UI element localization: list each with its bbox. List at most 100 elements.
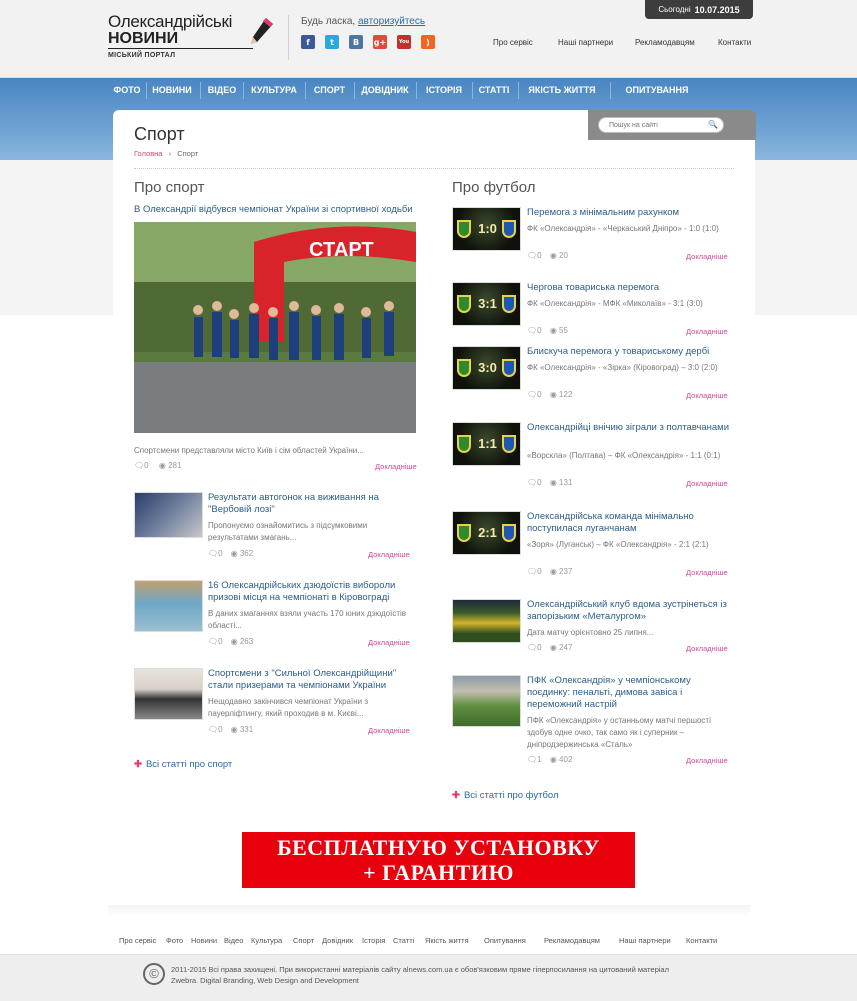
featured-meta: 🗨0 ◉ 281 [134, 461, 181, 470]
footer-link[interactable]: Наші партнери [619, 936, 671, 945]
logo-underline [108, 48, 253, 49]
article-title[interactable]: Результати автогонок на виживання на "Ве… [208, 492, 408, 516]
footer-link[interactable]: Новини [191, 936, 217, 945]
match-thumbnail[interactable]: 1:0 [452, 207, 521, 251]
google-plus-icon[interactable]: g+ [373, 35, 387, 49]
featured-title[interactable]: В Олександрії відбувся чемпіонат України… [134, 204, 413, 215]
section-title-sport: Про спорт [134, 179, 205, 196]
featured-more-link[interactable]: Докладніше [375, 462, 417, 471]
match-more-link[interactable]: Докладніше [686, 327, 728, 336]
ad-line1: БЕСПЛАТНУЮ УСТАНОВКУ [277, 835, 600, 860]
match-thumbnail[interactable] [452, 675, 521, 727]
comment-icon: 🗨 [527, 390, 538, 399]
match-excerpt: ПФК «Олександрія» у останньому матчі пер… [527, 716, 711, 749]
comment-icon: 🗨 [527, 643, 538, 652]
match-title[interactable]: Блискуча перемога у товариському дербі [527, 346, 732, 358]
breadcrumb-separator: › [168, 149, 172, 158]
rss-icon[interactable]: ) [421, 35, 435, 49]
nav-item-photo[interactable]: ФОТО [108, 78, 146, 103]
footer-link[interactable]: Відео [224, 936, 243, 945]
login-prompt: Будь ласка, авторизуйтесь [301, 16, 425, 27]
footer-link[interactable]: Фото [166, 936, 183, 945]
ad-line2: + ГАРАНТИЮ [363, 860, 514, 885]
match-more-link[interactable]: Докладніше [686, 252, 728, 261]
comment-count: 0 [537, 390, 542, 399]
match-thumbnail[interactable]: 1:1 [452, 422, 521, 466]
article-meta: 🗨0 ◉ 362 [208, 549, 253, 558]
nav-item-polls[interactable]: ОПИТУВАННЯ [612, 78, 702, 103]
article-thumbnail[interactable] [134, 668, 203, 720]
top-link-partners[interactable]: Наші партнери [558, 38, 613, 47]
nav-item-culture[interactable]: КУЛЬТУРА [245, 78, 303, 103]
match-title[interactable]: Олександрійці внічию зіграли з полтавчан… [527, 422, 732, 434]
nav-item-directory[interactable]: ДОВІДНИК [356, 78, 414, 103]
match-title[interactable]: Олександрійський клуб вдома зустрінеться… [527, 599, 732, 623]
nav-item-video[interactable]: ВІДЕО [203, 78, 241, 103]
match-more-link[interactable]: Докладніше [686, 756, 728, 765]
twitter-icon[interactable]: t [325, 35, 339, 49]
team-crest-icon [502, 295, 516, 313]
match-title[interactable]: ПФК «Олександрія» у чемпіонському поєдин… [527, 675, 732, 711]
nav-item-news[interactable]: НОВИНИ [147, 78, 197, 103]
view-count: 263 [239, 637, 254, 646]
article-title[interactable]: 16 Олександрійських дзюдоїстів виборoли … [208, 580, 408, 604]
footer-link[interactable]: Довідник [322, 936, 353, 945]
copyright-text: 2011-2015 Всі права захищені. При викори… [171, 964, 731, 986]
footer-link[interactable]: Якість життя [425, 936, 469, 945]
article-title[interactable]: Спортсмени з "Сильної Олександрійщини" с… [208, 668, 408, 692]
article-thumbnail[interactable] [134, 492, 203, 538]
footer-link[interactable]: Опитування [484, 936, 526, 945]
top-link-contacts[interactable]: Контакти [718, 38, 751, 47]
nav-item-articles[interactable]: СТАТТІ [474, 78, 514, 103]
article-more-link[interactable]: Докладніше [368, 726, 410, 735]
match-thumbnail[interactable] [452, 599, 521, 643]
match-more-link[interactable]: Докладніше [686, 568, 728, 577]
section-title-football: Про футбол [452, 179, 536, 196]
nav-item-history[interactable]: ІСТОРІЯ [418, 78, 470, 103]
date-value: 10.07.2015 [694, 4, 740, 15]
nav-separator [243, 82, 244, 99]
eye-icon: ◉ [547, 390, 560, 399]
all-sport-articles-link[interactable]: ✚ Всі статті про спорт [134, 759, 232, 770]
team-crest-icon [502, 435, 516, 453]
match-title[interactable]: Перемога з мінімальним рахунком [527, 207, 732, 219]
login-link[interactable]: авторизуйтесь [358, 16, 425, 27]
match-thumbnail[interactable]: 3:0 [452, 346, 521, 390]
vk-icon[interactable]: B [349, 35, 363, 49]
article-more-link[interactable]: Докладніше [368, 638, 410, 647]
match-more-link[interactable]: Докладніше [686, 644, 728, 653]
footer-link[interactable]: Статті [393, 936, 414, 945]
youtube-icon[interactable]: You [397, 35, 411, 49]
footer-link[interactable]: Рекламодавцям [544, 936, 600, 945]
footer-link[interactable]: Історія [362, 936, 385, 945]
match-thumbnail[interactable]: 2:1 [452, 511, 521, 555]
nav-item-sport[interactable]: СПОРТ [307, 78, 352, 103]
site-logo[interactable]: Олександрійські НОВИНИ МІСЬКИЙ ПОРТАЛ [108, 13, 278, 63]
eye-icon: ◉ [547, 755, 560, 764]
footer-link[interactable]: Контакти [686, 936, 717, 945]
match-title[interactable]: Чергова товариська перемога [527, 282, 732, 294]
eye-icon: ◉ [547, 251, 560, 260]
search-icon[interactable]: 🔍 [708, 120, 718, 129]
search-input[interactable] [598, 117, 724, 133]
match-thumbnail[interactable]: 3:1 [452, 282, 521, 326]
eye-icon: ◉ [547, 567, 560, 576]
article-more-link[interactable]: Докладніше [368, 550, 410, 559]
footer-link[interactable]: Спорт [293, 936, 314, 945]
article-thumbnail[interactable] [134, 580, 203, 632]
breadcrumb-home[interactable]: Головна [134, 149, 163, 158]
match-title[interactable]: Олександрійська команда мінімально посту… [527, 511, 732, 535]
featured-image[interactable]: СТАРТ [134, 222, 416, 433]
top-link-advertisers[interactable]: Рекламодавцям [635, 38, 695, 47]
plus-icon: ✚ [134, 759, 142, 770]
nav-item-life-quality[interactable]: ЯКІСТЬ ЖИТТЯ [520, 78, 604, 103]
match-more-link[interactable]: Докладніше [686, 391, 728, 400]
ad-banner[interactable]: БЕСПЛАТНУЮ УСТАНОВКУ + ГАРАНТИЮ [242, 832, 635, 888]
footer-link[interactable]: Культура [251, 936, 282, 945]
match-more-link[interactable]: Докладніше [686, 479, 728, 488]
comment-icon: 🗨 [527, 251, 538, 260]
all-football-articles-link[interactable]: ✚ Всі статті про футбол [452, 790, 559, 801]
top-link-about[interactable]: Про сервіс [493, 38, 533, 47]
facebook-icon[interactable]: f [301, 35, 315, 49]
footer-link[interactable]: Про сервіс [119, 936, 156, 945]
